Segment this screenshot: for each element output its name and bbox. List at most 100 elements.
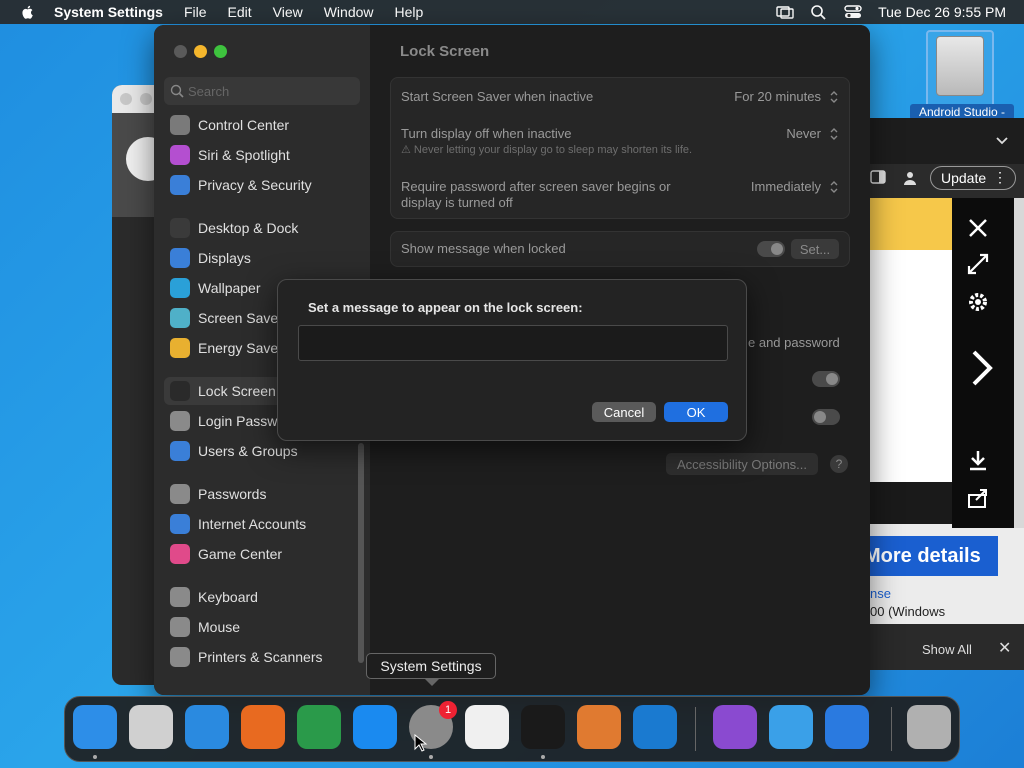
sidebar-item-internet-accounts[interactable]: Internet Accounts [164, 510, 360, 538]
menu-edit[interactable]: Edit [228, 4, 252, 20]
search-icon [170, 84, 184, 98]
notification-badge: 1 [439, 701, 457, 719]
sidebar-item-privacy-security[interactable]: Privacy & Security [164, 171, 360, 199]
show-message-label: Show message when locked [401, 241, 566, 256]
disk-image-icon [936, 36, 984, 96]
sidebar-item-icon [170, 587, 190, 607]
sidebar-item-icon [170, 544, 190, 564]
display-off-select[interactable]: Never [786, 126, 821, 141]
mouse-cursor-icon [414, 734, 428, 752]
chevron-right-icon[interactable] [966, 348, 996, 388]
window-close-button-inactive[interactable] [120, 93, 132, 105]
accessibility-options-button[interactable]: Accessibility Options... [666, 453, 818, 475]
sidebar-item-icon [170, 308, 190, 328]
show-all-button[interactable]: Show All [922, 642, 972, 657]
help-button[interactable]: ? [830, 455, 848, 473]
sidebar-item-icon [170, 175, 190, 195]
window-minimize-button-inactive[interactable] [140, 93, 152, 105]
sidebar-item-icon [170, 484, 190, 504]
set-message-button[interactable]: Set... [791, 239, 839, 259]
sidebar-item-label: Internet Accounts [198, 516, 307, 532]
dock-vscode-icon[interactable] [633, 705, 677, 749]
dock-firefox-icon[interactable] [241, 705, 285, 749]
update-button[interactable]: Update ⋮ [930, 166, 1016, 190]
sidebar-item-label: Passwords [198, 486, 267, 502]
dock-chrome-icon[interactable] [297, 705, 341, 749]
option-toggle-2[interactable] [812, 409, 840, 425]
dock-trash-icon[interactable] [907, 705, 951, 749]
apple-icon[interactable] [20, 4, 36, 20]
expand-icon[interactable] [966, 252, 990, 276]
menu-help[interactable]: Help [395, 4, 424, 20]
dock-launchpad-icon[interactable] [129, 705, 173, 749]
dock-terminal-icon[interactable] [521, 705, 565, 749]
page-link[interactable]: nse [870, 586, 891, 601]
screensaver-label: Start Screen Saver when inactive [401, 89, 594, 104]
option-toggle-1[interactable] [812, 371, 840, 387]
screen-mirroring-icon[interactable] [776, 4, 794, 20]
gear-icon[interactable] [966, 290, 990, 314]
control-center-icon[interactable] [844, 4, 862, 20]
window-zoom-button[interactable] [214, 45, 227, 58]
chevron-down-icon[interactable] [996, 136, 1008, 146]
sidebar-item-siri-spotlight[interactable]: Siri & Spotlight [164, 141, 360, 169]
sidebar-item-label: Energy Saver [198, 340, 283, 356]
sidebar-item-label: Printers & Scanners [198, 649, 323, 665]
updown-chevron-icon[interactable] [829, 180, 839, 194]
menu-app-name[interactable]: System Settings [54, 4, 163, 20]
sidebar-item-icon [170, 145, 190, 165]
dock-safari-icon[interactable] [185, 705, 229, 749]
close-icon[interactable] [966, 216, 990, 240]
window-minimize-button[interactable] [194, 45, 207, 58]
dock-finder-icon[interactable] [73, 705, 117, 749]
menu-bar: System Settings File Edit View Window He… [0, 0, 1024, 24]
sidebar-item-printers-scanners[interactable]: Printers & Scanners [164, 643, 360, 671]
ok-button[interactable]: OK [664, 402, 728, 422]
sidebar-item-mouse[interactable]: Mouse [164, 613, 360, 641]
download-icon[interactable] [966, 448, 990, 472]
updown-chevron-icon[interactable] [829, 127, 839, 141]
cancel-button[interactable]: Cancel [592, 402, 656, 422]
sidebar-item-icon [170, 441, 190, 461]
more-details-button[interactable]: More details [864, 536, 998, 576]
dock-weather-icon[interactable] [769, 705, 813, 749]
sidebar-item-icon [170, 338, 190, 358]
sidebar-item-desktop-dock[interactable]: Desktop & Dock [164, 214, 360, 242]
menu-clock[interactable]: Tue Dec 26 9:55 PM [878, 4, 1006, 20]
dock-visual-studio-icon[interactable] [713, 705, 757, 749]
browser-scrollbar[interactable] [1014, 198, 1024, 528]
share-icon[interactable] [966, 486, 990, 510]
updown-chevron-icon[interactable] [829, 90, 839, 104]
sidebar-item-users-groups[interactable]: Users & Groups [164, 437, 360, 465]
require-password-select[interactable]: Immediately [751, 179, 821, 194]
lock-message-input[interactable] [298, 325, 728, 361]
dock-xcode-icon[interactable] [825, 705, 869, 749]
close-downloads-icon[interactable]: ✕ [998, 638, 1011, 658]
dock-garageband-icon[interactable] [577, 705, 621, 749]
sidebar-item-keyboard[interactable]: Keyboard [164, 583, 360, 611]
sidebar-item-icon [170, 381, 190, 401]
sidebar-item-control-center[interactable]: Control Center [164, 111, 360, 139]
sidebar-item-game-center[interactable]: Game Center [164, 540, 360, 568]
background-browser-window[interactable]: Update ⋮ More details nse 00 (Windows Sh… [864, 118, 1024, 670]
sidebar-item-passwords[interactable]: Passwords [164, 480, 360, 508]
sidebar-item-icon [170, 647, 190, 667]
spotlight-search-icon[interactable] [810, 4, 828, 20]
sidebar-item-displays[interactable]: Displays [164, 244, 360, 272]
display-off-warning: ⚠ Never letting your display go to sleep… [401, 144, 693, 156]
show-message-toggle[interactable] [757, 241, 785, 257]
window-close-button[interactable] [174, 45, 187, 58]
menu-window[interactable]: Window [324, 4, 374, 20]
more-options-icon: ⋮ [993, 169, 1007, 185]
sidebar-toggle-icon[interactable] [870, 170, 886, 184]
sidebar-scrollbar[interactable] [358, 443, 364, 663]
dock-textedit-icon[interactable] [465, 705, 509, 749]
menu-view[interactable]: View [273, 4, 303, 20]
screensaver-select[interactable]: For 20 minutes [734, 89, 821, 104]
search-input[interactable]: Search [164, 77, 360, 105]
desktop-drive-icon[interactable]: Android Studio - [910, 28, 1014, 120]
profile-icon[interactable] [902, 170, 918, 186]
menu-file[interactable]: File [184, 4, 207, 20]
lock-message-dialog: Set a message to appear on the lock scre… [277, 279, 747, 441]
dock-app-store-icon[interactable] [353, 705, 397, 749]
